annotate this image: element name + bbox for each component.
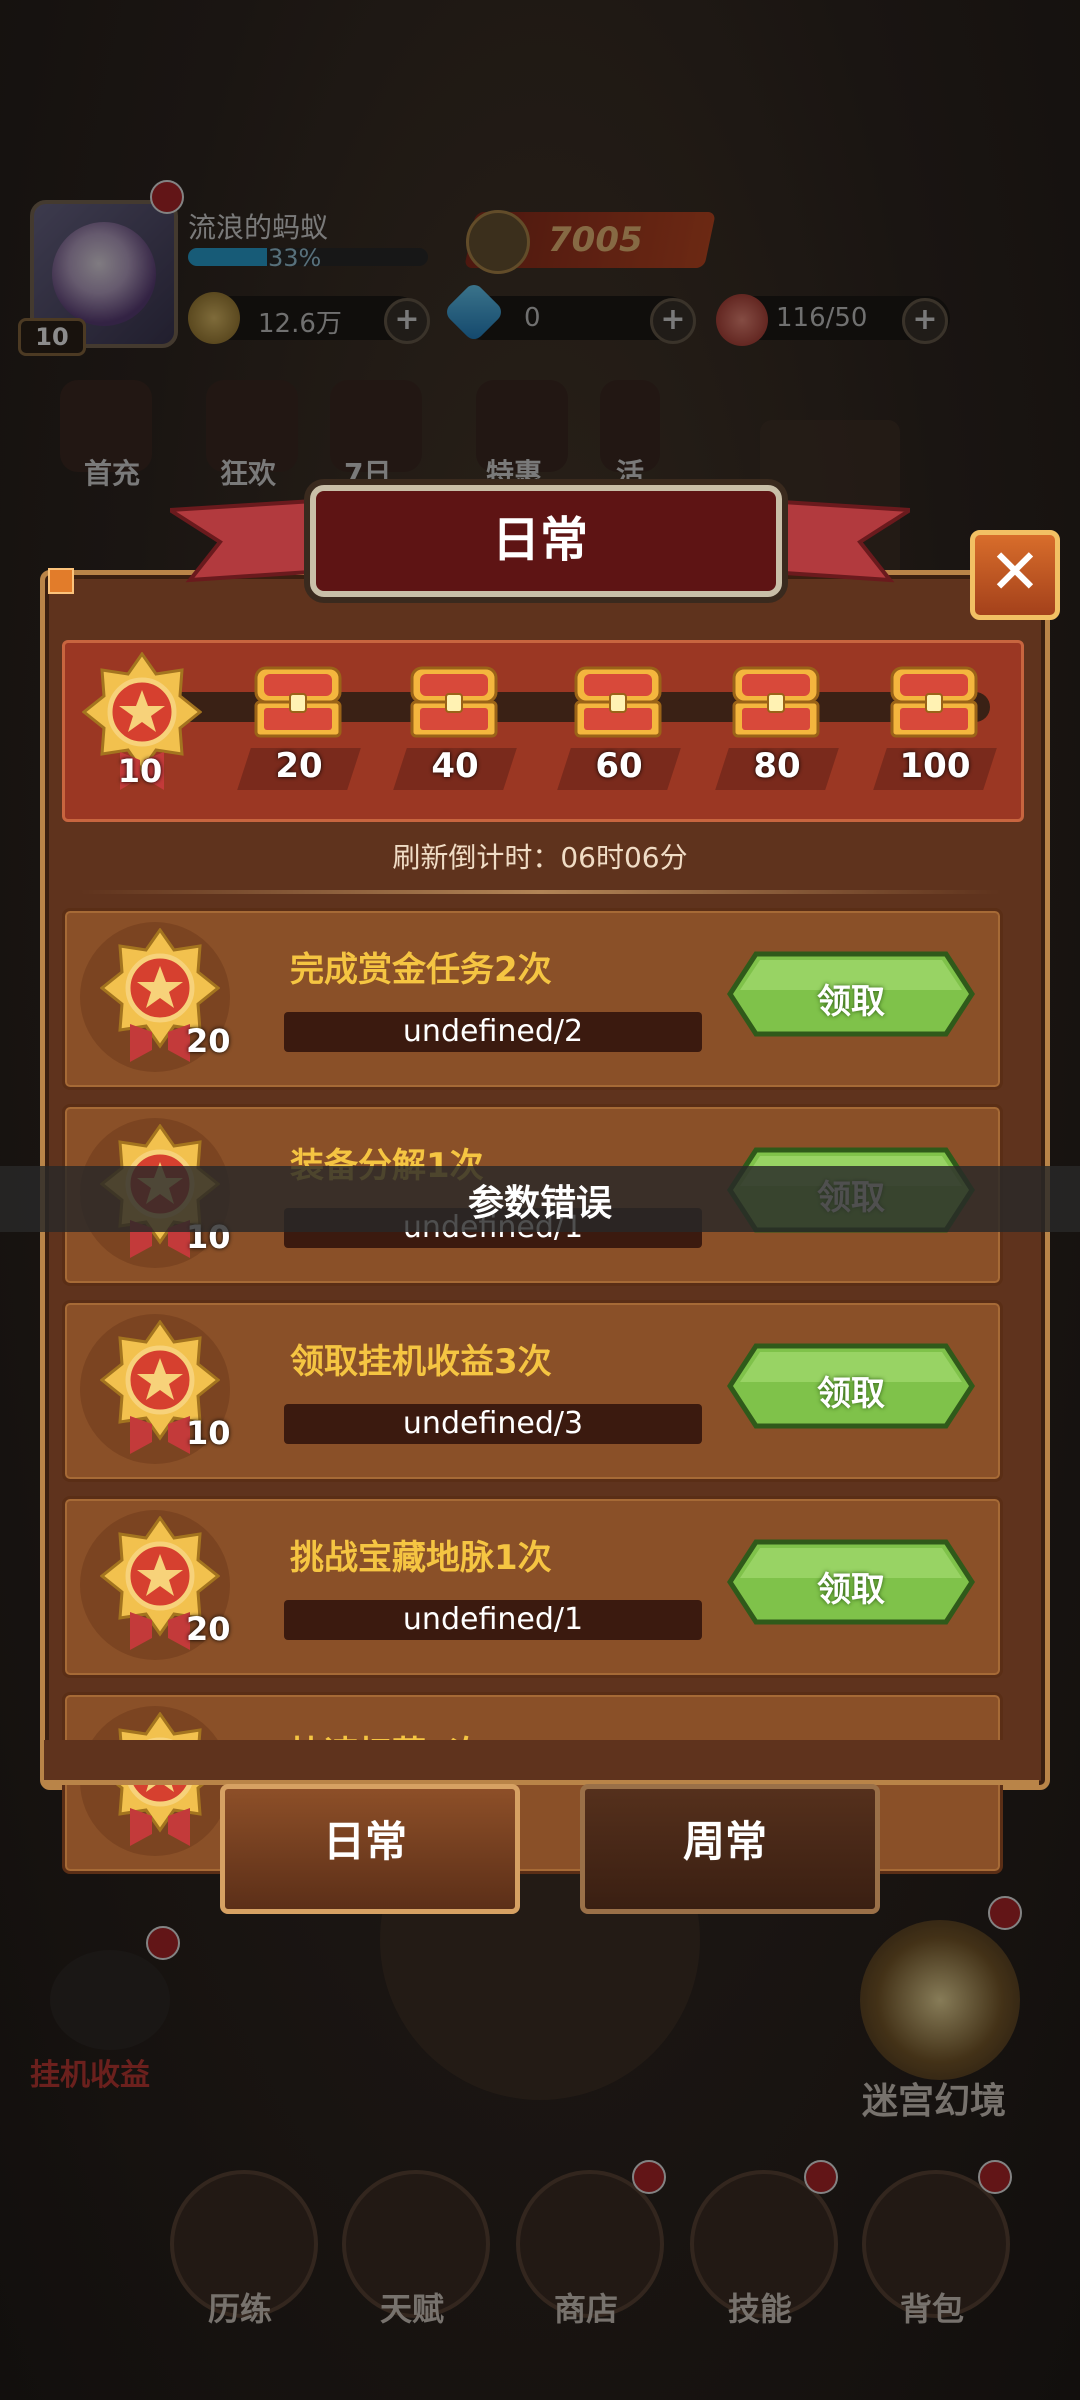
- claim-button-label: 领取: [817, 1374, 885, 1414]
- activity-points: 10: [117, 752, 163, 790]
- hud: 10 流浪的蚂蚁 33% 7005 12.6万 + 0 + 116/50 + 首…: [0, 0, 1080, 560]
- idle-income-label[interactable]: 挂机收益: [30, 2050, 150, 2094]
- tab-daily-label: 日常: [322, 1817, 407, 1866]
- power-shield-icon: [466, 210, 530, 274]
- treasure-chest-icon[interactable]: [728, 662, 824, 742]
- divider: [80, 890, 1000, 894]
- nav-label: 技能: [727, 2290, 792, 2328]
- task-reward-points: 10: [186, 1414, 231, 1452]
- claim-button-label: 领取: [817, 982, 885, 1022]
- maze-notification-dot: [988, 1896, 1022, 1930]
- task-progress: undefined/2: [402, 1014, 584, 1049]
- player-level-badge: 10: [18, 318, 86, 356]
- nav-label: 历练: [207, 2290, 272, 2328]
- treasure-chest-icon[interactable]: [886, 662, 982, 742]
- power-value: 7005: [548, 220, 643, 260]
- avatar-portrait: [52, 222, 156, 326]
- maze-portal-icon[interactable]: [860, 1920, 1020, 2080]
- error-toast: 参数错误: [467, 1183, 612, 1224]
- meat-icon: [716, 294, 768, 346]
- task-title: 领取挂机收益3次: [290, 1342, 552, 1382]
- panel-corner: [48, 568, 74, 594]
- bottom-nav: 历练 天赋 商店 技能 背包: [0, 2160, 1080, 2400]
- stamina-amount: 116/50: [776, 303, 868, 333]
- panel-title: 日常: [491, 512, 588, 568]
- milestone-value: 100: [899, 746, 971, 786]
- skill-notification-dot: [804, 2160, 838, 2194]
- task-progress: undefined/3: [402, 1406, 584, 1441]
- gem-amount: 0: [524, 303, 541, 333]
- milestone-value: 60: [595, 746, 643, 786]
- gold-coin-icon: [188, 292, 240, 344]
- refresh-countdown: 刷新倒计时：06时06分: [392, 841, 688, 874]
- shop-notification-dot: [632, 2160, 666, 2194]
- task-title: 挑战宝藏地脉1次: [290, 1538, 552, 1578]
- add-gold-button[interactable]: +: [384, 298, 430, 344]
- nav-label: 背包: [899, 2290, 964, 2328]
- event-label: 首充: [84, 457, 141, 490]
- milestone-value: 20: [275, 746, 323, 786]
- task-reward-points: 20: [186, 1610, 231, 1648]
- claim-button-label: 领取: [817, 1570, 885, 1610]
- treasure-chest-icon[interactable]: [250, 662, 346, 742]
- reward-track: [62, 640, 1024, 822]
- maze-label[interactable]: 迷宫幻境: [862, 2072, 1006, 2124]
- idle-notification-dot: [146, 1926, 180, 1960]
- list-bottom-edge: [44, 1740, 1039, 1785]
- player-name: 流浪的蚂蚁: [188, 211, 329, 244]
- close-button[interactable]: ✕: [970, 530, 1060, 620]
- task-title: 完成赏金任务2次: [290, 950, 552, 990]
- add-gem-button[interactable]: +: [650, 298, 696, 344]
- xp-fill: [188, 248, 268, 266]
- nav-label: 天赋: [379, 2290, 444, 2328]
- nav-label: 商店: [553, 2290, 618, 2328]
- treasure-chest-icon[interactable]: [570, 662, 666, 742]
- xp-percent: 33%: [268, 244, 322, 272]
- avatar-notification-dot: [150, 180, 184, 214]
- task-progress: undefined/1: [402, 1602, 584, 1637]
- gold-amount: 12.6万: [258, 309, 342, 339]
- idle-pot-icon[interactable]: [50, 1950, 170, 2050]
- backpack-notification-dot: [978, 2160, 1012, 2194]
- tab-weekly-label: 周常: [682, 1817, 767, 1866]
- milestone-value: 40: [431, 746, 479, 786]
- task-reward-points: 20: [186, 1022, 231, 1060]
- treasure-chest-icon[interactable]: [406, 662, 502, 742]
- add-stamina-button[interactable]: +: [902, 298, 948, 344]
- milestone-value: 80: [753, 746, 801, 786]
